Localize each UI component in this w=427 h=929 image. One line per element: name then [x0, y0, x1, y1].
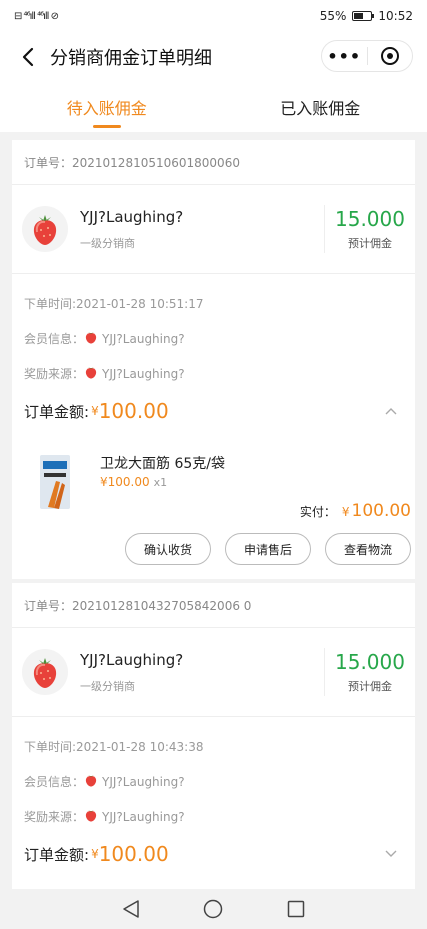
distributor-info: YJJ?Laughing? 一级分销商 [80, 208, 183, 251]
order-number: 订单号：2021012810510601800060 [12, 140, 415, 185]
system-home-button[interactable] [201, 897, 225, 921]
order-amount-row[interactable]: 订单金额: ¥ 100.00 [24, 834, 403, 874]
tab-bar: 待入账佣金 已入账佣金 [0, 82, 427, 132]
reward-source-label: 奖励来源： [24, 367, 85, 381]
page-title: 分销商佣金订单明细 [50, 48, 212, 69]
signal-icons: ⊟ ⁴⁶ıll ⁴⁶ıll ⊘ [14, 10, 59, 22]
distributor-level: 一级分销商 [80, 679, 135, 693]
member-label: 会员信息： [24, 775, 85, 789]
order-amount-label: 订单金额: [24, 845, 90, 864]
currency-symbol: ¥ [91, 404, 99, 418]
product-name: 卫龙大面筋 65克/袋 [100, 456, 225, 472]
member-info-row: 会员信息： YJJ?Laughing? [24, 764, 403, 799]
commission-label: 预计佣金 [348, 237, 392, 250]
avatar [22, 649, 68, 695]
confirm-receipt-button[interactable]: 确认收货 [124, 533, 211, 565]
distributor-row: YJJ?Laughing? 一级分销商 15.000 预计佣金 [12, 628, 415, 717]
strawberry-icon [84, 773, 98, 790]
avatar [22, 206, 68, 252]
more-button[interactable]: ••• [322, 41, 367, 71]
more-dots-icon: ••• [327, 46, 362, 66]
order-time: 下单时间:2021-01-28 10:51:17 [24, 297, 204, 311]
strawberry-icon [84, 330, 98, 347]
distributor-level: 一级分销商 [80, 236, 135, 250]
chevron-left-icon [22, 47, 34, 67]
member-label: 会员信息： [24, 332, 85, 346]
member-name: YJJ?Laughing? [102, 774, 185, 789]
commission-value: 15.000 [335, 207, 405, 231]
order-amount: 100.00 [98, 842, 169, 866]
order-amount-label: 订单金额: [24, 402, 90, 421]
order-details: 下单时间:2021-01-28 10:43:38 会员信息： YJJ?Laugh… [12, 717, 415, 880]
square-recents-icon [287, 900, 305, 918]
order-actions: 确认收货 申请售后 查看物流 [12, 527, 415, 579]
order-card: 订单号：2021012810432705842006 0 YJJ?Laughin… [12, 583, 415, 880]
distributor-name: YJJ?Laughing? [80, 650, 184, 669]
back-button[interactable] [10, 39, 46, 75]
strawberry-icon [33, 215, 57, 245]
strawberry-icon [84, 365, 98, 382]
product-quantity: x1 [153, 476, 168, 489]
commission-label: 预计佣金 [348, 680, 392, 693]
after-sales-button[interactable]: 申请售后 [224, 533, 311, 565]
commission-box: 15.000 预计佣金 [324, 205, 415, 253]
commission-value: 15.000 [335, 650, 405, 674]
product-price: ¥100.00 [100, 475, 150, 489]
paid-currency: ¥ [341, 505, 350, 519]
view-logistics-button[interactable]: 查看物流 [324, 533, 411, 565]
triangle-back-icon [123, 900, 139, 918]
order-card-peek [12, 879, 415, 889]
product-image [40, 455, 70, 509]
system-recents-button[interactable] [284, 897, 308, 921]
miniprogram-capsule: ••• [321, 40, 413, 72]
chevron-down-icon[interactable] [383, 846, 399, 862]
member-name: YJJ?Laughing? [102, 331, 185, 346]
nav-bar: 分销商佣金订单明细 ••• [0, 32, 427, 82]
distributor-info: YJJ?Laughing? 一级分销商 [80, 651, 183, 694]
product-item[interactable]: 卫龙大面筋 65克/袋 ¥100.00 x1 实付： ¥ 100.00 [12, 437, 415, 527]
close-miniprogram-button[interactable] [368, 41, 413, 71]
currency-symbol: ¥ [91, 847, 99, 861]
distributor-name: YJJ?Laughing? [80, 207, 184, 226]
strawberry-icon [84, 808, 98, 825]
strawberry-icon [33, 658, 57, 688]
status-left: ⊟ ⁴⁶ıll ⁴⁶ıll ⊘ [14, 10, 59, 22]
chevron-up-icon[interactable] [383, 403, 399, 419]
order-amount-row[interactable]: 订单金额: ¥ 100.00 [24, 391, 403, 431]
system-nav-bar [0, 889, 427, 929]
paid-amount: 实付： ¥ 100.00 [300, 501, 411, 521]
reward-source-row: 奖励来源： YJJ?Laughing? [24, 356, 403, 391]
member-info-row: 会员信息： YJJ?Laughing? [24, 321, 403, 356]
target-circle-icon [380, 47, 399, 65]
distributor-row: YJJ?Laughing? 一级分销商 15.000 预计佣金 [12, 185, 415, 274]
clock: 10:52 [378, 9, 413, 23]
order-card: 订单号：2021012810510601800060 YJJ?Laughing?… [12, 140, 415, 579]
battery-percent: 55% [319, 9, 347, 23]
reward-source-row: 奖励来源： YJJ?Laughing? [24, 799, 403, 834]
paid-label: 实付： [299, 505, 336, 519]
commission-box: 15.000 预计佣金 [324, 648, 415, 696]
battery-icon [352, 11, 375, 21]
status-bar: ⊟ ⁴⁶ıll ⁴⁶ıll ⊘ 55% 10:52 [0, 0, 427, 32]
order-amount: 100.00 [98, 399, 169, 423]
system-back-button[interactable] [119, 897, 143, 921]
reward-source-label: 奖励来源： [24, 810, 85, 824]
tab-settled-commission[interactable]: 已入账佣金 [214, 82, 427, 132]
status-right: 55% 10:52 [320, 9, 413, 23]
circle-home-icon [204, 899, 223, 919]
order-number: 订单号：2021012810432705842006 0 [12, 583, 415, 628]
product-price-line: ¥100.00 x1 [100, 475, 167, 489]
reward-source-name: YJJ?Laughing? [102, 366, 185, 381]
order-time: 下单时间:2021-01-28 10:43:38 [24, 740, 204, 754]
reward-source-name: YJJ?Laughing? [102, 809, 185, 824]
tab-pending-commission[interactable]: 待入账佣金 [0, 82, 214, 132]
order-details: 下单时间:2021-01-28 10:51:17 会员信息： YJJ?Laugh… [12, 274, 415, 437]
paid-value: 100.00 [351, 501, 411, 521]
